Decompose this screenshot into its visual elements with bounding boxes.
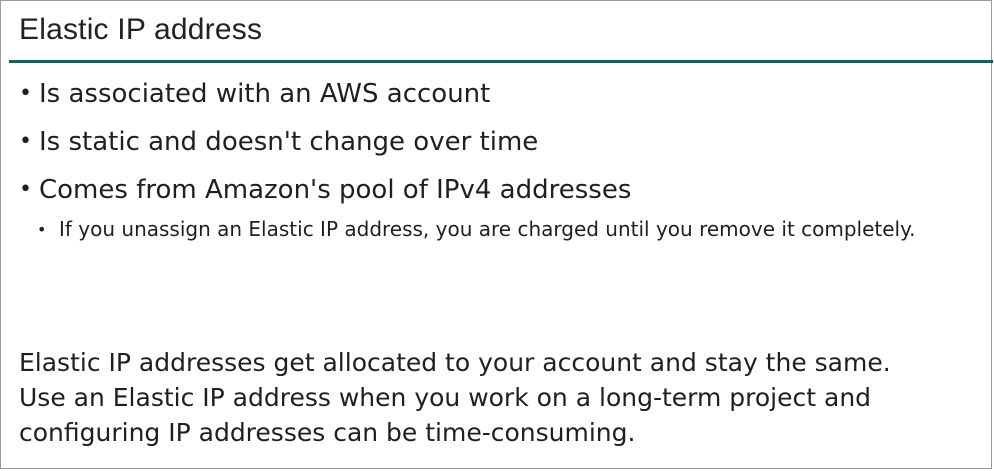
bullet-text: Comes from Amazon's pool of IPv4 address… bbox=[39, 175, 632, 205]
title-divider bbox=[9, 60, 993, 63]
summary-line: Elastic IP addresses get allocated to yo… bbox=[19, 348, 891, 377]
slide-frame: Elastic IP address • Is associated with … bbox=[0, 0, 993, 469]
bullet-text: Is static and doesn't change over time bbox=[39, 127, 539, 157]
sub-bullet-item: • If you unassign an Elastic IP address,… bbox=[37, 215, 937, 244]
bullet-item: • Comes from Amazon's pool of IPv4 addre… bbox=[19, 173, 979, 207]
slide-title: Elastic IP address bbox=[19, 13, 263, 46]
bullet-text: Is associated with an AWS account bbox=[39, 79, 491, 109]
sub-bullet-text: If you unassign an Elastic IP address, y… bbox=[59, 217, 916, 241]
bullet-item: • Is associated with an AWS account bbox=[19, 77, 979, 111]
bullet-dot-icon: • bbox=[19, 81, 32, 106]
bullet-item: • Is static and doesn't change over time bbox=[19, 125, 979, 159]
bullet-list: • Is associated with an AWS account • Is… bbox=[19, 77, 979, 244]
bullet-dot-icon: • bbox=[19, 177, 32, 202]
bullet-dot-icon: • bbox=[19, 129, 32, 154]
summary-line: configuring IP addresses can be time-con… bbox=[19, 418, 636, 447]
summary-paragraph: Elastic IP addresses get allocated to yo… bbox=[19, 345, 984, 450]
bullet-dot-icon: • bbox=[37, 220, 47, 239]
summary-line: Use an Elastic IP address when you work … bbox=[19, 383, 872, 412]
